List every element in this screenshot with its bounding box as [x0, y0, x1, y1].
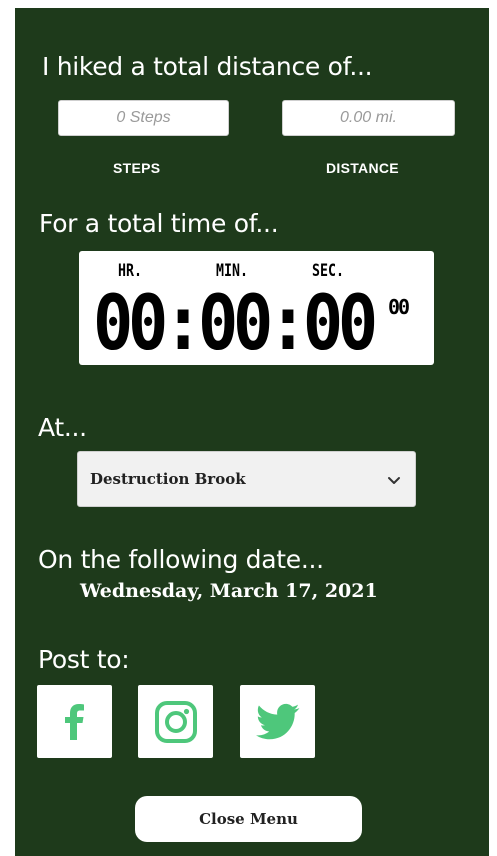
time-heading: For a total time of... — [39, 209, 279, 238]
distance-label: DISTANCE — [326, 160, 399, 176]
facebook-button[interactable] — [37, 685, 112, 758]
stopwatch-hundredths: 00 — [388, 295, 410, 319]
stopwatch-time: 00:00:00 — [93, 278, 378, 367]
post-heading: Post to: — [38, 645, 130, 674]
date-heading: On the following date... — [38, 545, 324, 574]
chevron-down-icon — [388, 477, 400, 484]
steps-label: STEPS — [113, 160, 161, 176]
twitter-icon — [255, 703, 299, 739]
close-menu-button[interactable]: Close Menu — [135, 796, 362, 842]
distance-input[interactable]: 0.00 mi. — [282, 100, 455, 136]
location-heading: At... — [38, 413, 87, 442]
date-value: Wednesday, March 17, 2021 — [80, 580, 378, 602]
distance-heading: I hiked a total distance of... — [42, 52, 373, 81]
instagram-icon — [154, 700, 197, 743]
location-select[interactable]: Destruction Brook — [77, 451, 416, 507]
location-selected-value: Destruction Brook — [90, 470, 246, 488]
steps-placeholder: 0 Steps — [116, 109, 171, 126]
stopwatch-display[interactable]: HR. MIN. SEC. 00:00:00 00 — [79, 251, 434, 365]
facebook-icon — [64, 703, 84, 740]
steps-input[interactable]: 0 Steps — [58, 100, 229, 136]
distance-placeholder: 0.00 mi. — [340, 109, 397, 126]
instagram-button[interactable] — [138, 685, 213, 758]
twitter-button[interactable] — [240, 685, 315, 758]
